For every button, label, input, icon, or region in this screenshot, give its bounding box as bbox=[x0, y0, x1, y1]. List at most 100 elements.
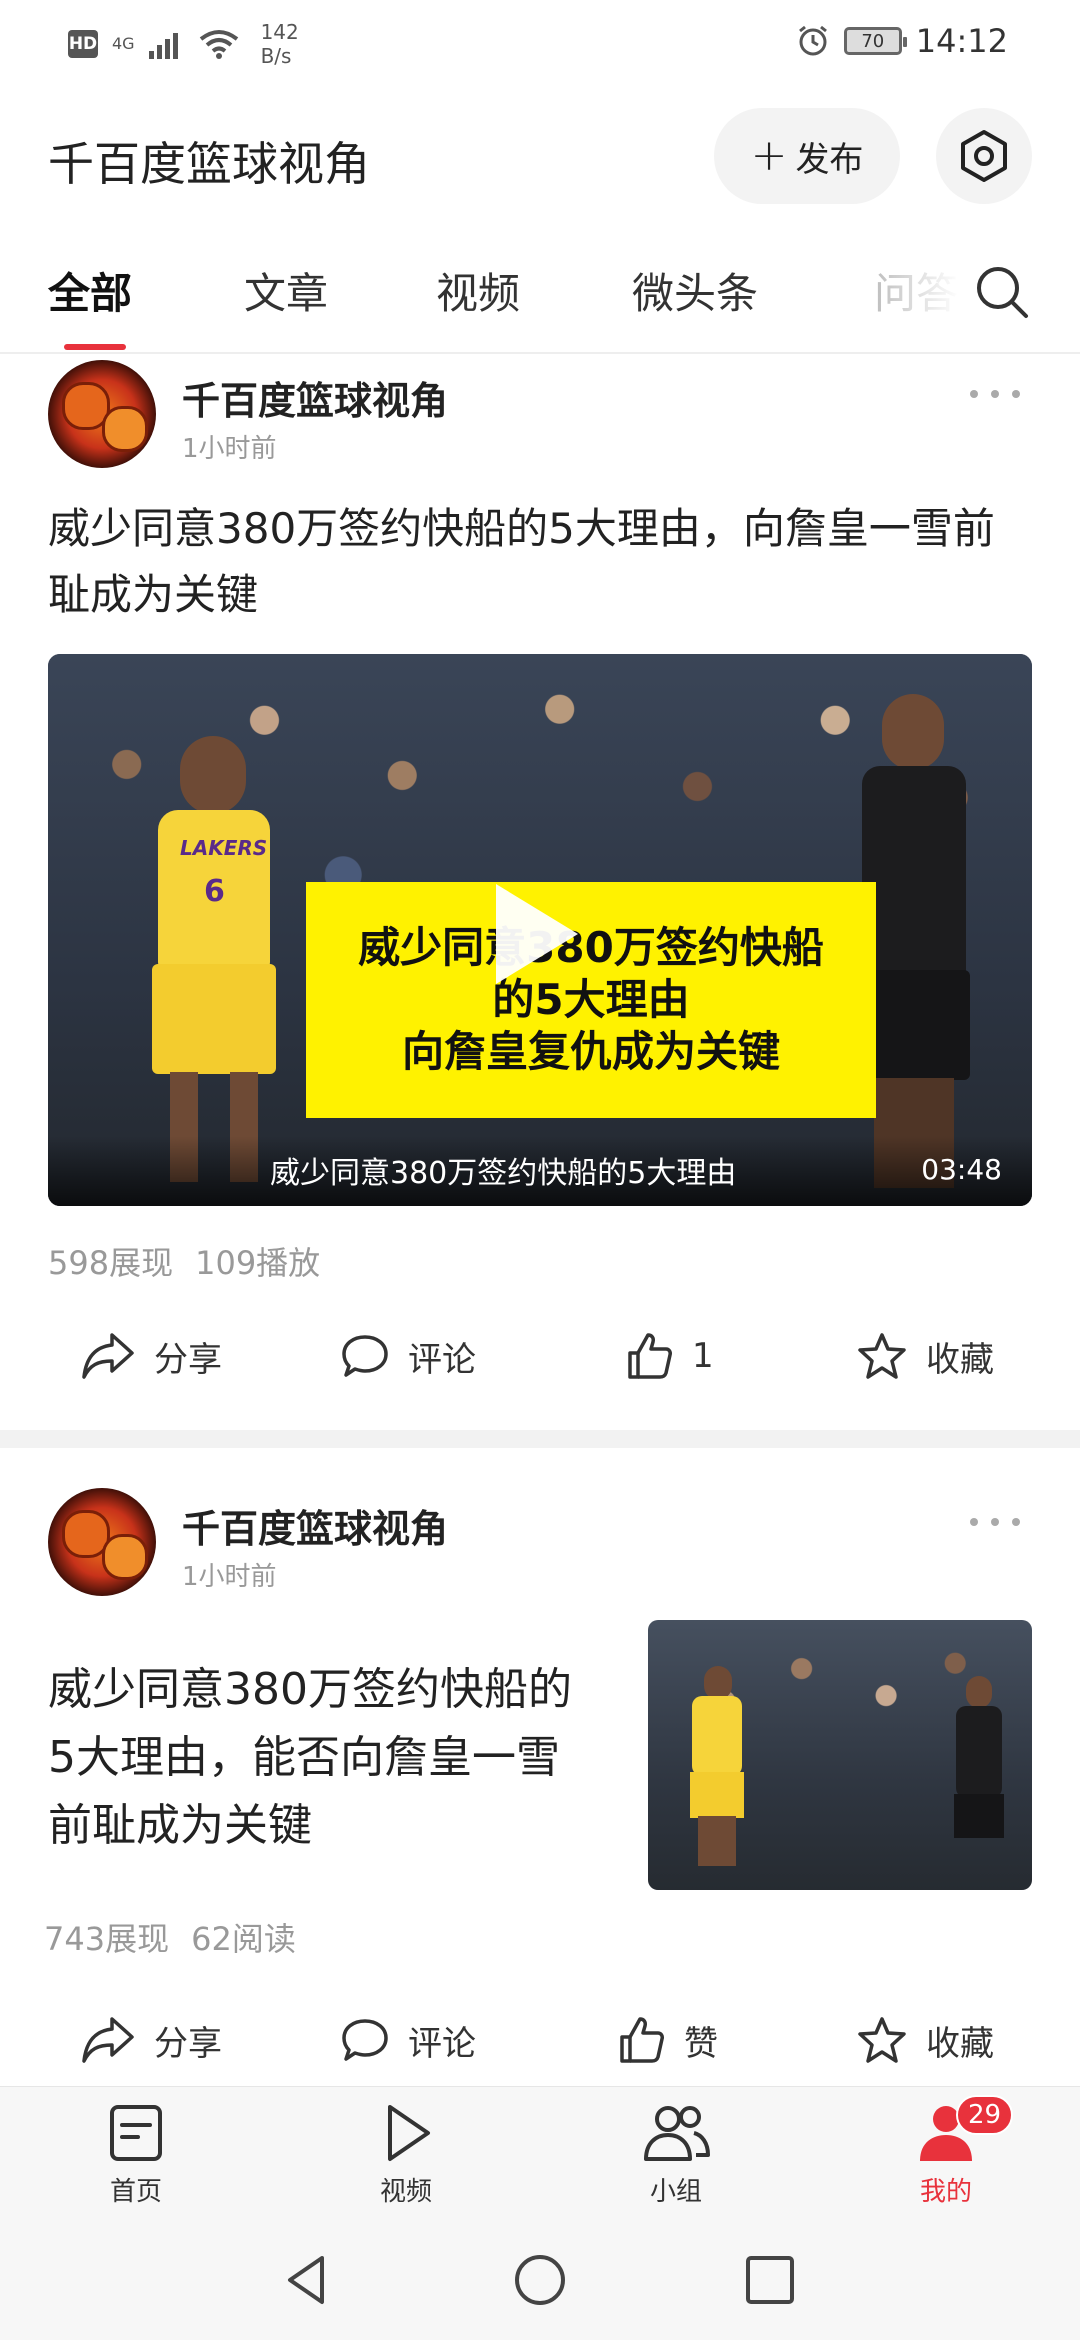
favorite-button[interactable]: 收藏 bbox=[856, 1316, 994, 1396]
play-icon[interactable] bbox=[496, 884, 578, 984]
overlay-line-1: 威少同意380万签约快船 bbox=[358, 923, 824, 972]
tab-videos[interactable]: 视频 bbox=[436, 260, 520, 321]
back-icon[interactable] bbox=[280, 2252, 336, 2308]
home-icon bbox=[110, 2105, 162, 2161]
impressions-count: 598展现 bbox=[48, 1244, 174, 1282]
network-speed-value: 142 bbox=[260, 20, 299, 44]
jersey-team: LAKERS bbox=[180, 836, 268, 860]
status-right: 70 14:12 bbox=[796, 22, 1008, 60]
thumbs-up-icon bbox=[628, 1333, 672, 1379]
feed-divider bbox=[0, 1430, 1080, 1448]
reads-count: 62阅读 bbox=[191, 1920, 296, 1958]
wifi-icon bbox=[199, 30, 238, 59]
publish-label: 发布 bbox=[795, 139, 864, 180]
nav-home[interactable]: 首页 bbox=[66, 2101, 206, 2211]
player-figure-lakers: LAKERS 6 bbox=[118, 724, 298, 1194]
nav-group[interactable]: 小组 bbox=[606, 2101, 746, 2211]
bottom-navigation: 首页 视频 小组 我的 29 bbox=[0, 2086, 1080, 2220]
comment-icon bbox=[342, 2019, 388, 2061]
network-type: 4G bbox=[112, 34, 135, 53]
nav-video-label: 视频 bbox=[379, 2177, 432, 2207]
like-count: 1 bbox=[692, 1336, 714, 1376]
nav-profile[interactable]: 我的 29 bbox=[876, 2095, 1016, 2211]
nav-group-label: 小组 bbox=[649, 2177, 702, 2207]
status-left: HD 4G 142 B/s bbox=[68, 20, 299, 68]
post-title[interactable]: 威少同意380万签约快船的 5大理由，能否向詹皇一雪 前耻成为关键 bbox=[48, 1656, 628, 1860]
clock: 14:12 bbox=[915, 22, 1008, 60]
hexagon-settings-icon bbox=[961, 130, 1007, 182]
hd-indicator: HD bbox=[68, 30, 98, 58]
share-label: 分享 bbox=[154, 2023, 222, 2064]
post-actions: 分享 评论 1 收藏 bbox=[0, 1316, 1080, 1396]
video-player[interactable]: LAKERS 6 威少同意380万签约快船 的5大理由 向詹皇复仇成为关键 威少… bbox=[48, 654, 1032, 1206]
home-circle-icon[interactable] bbox=[512, 2252, 568, 2308]
notification-badge: 29 bbox=[956, 2095, 1014, 2135]
nav-home-label: 首页 bbox=[109, 2177, 162, 2207]
like-button[interactable]: 1 bbox=[624, 1316, 714, 1396]
tab-fade bbox=[870, 240, 960, 340]
comment-label: 评论 bbox=[408, 1339, 476, 1380]
favorite-button[interactable]: 收藏 bbox=[856, 2000, 994, 2080]
more-options-icon[interactable] bbox=[970, 1512, 1020, 1532]
share-button[interactable]: 分享 bbox=[80, 2000, 222, 2080]
nav-video[interactable]: 视频 bbox=[336, 2101, 476, 2211]
publish-button[interactable]: + 发布 bbox=[714, 108, 900, 204]
search-button[interactable] bbox=[972, 262, 1032, 322]
more-options-icon[interactable] bbox=[970, 384, 1020, 404]
nav-profile-label: 我的 bbox=[919, 2177, 972, 2207]
post-time: 1小时前 bbox=[182, 434, 277, 464]
article-thumbnail[interactable] bbox=[648, 1620, 1032, 1890]
plus-icon: + bbox=[750, 130, 788, 181]
post-stats: 598展现 109播放 bbox=[48, 1238, 320, 1284]
post-title-line-2: 5大理由，能否向詹皇一雪 bbox=[48, 1732, 560, 1783]
comment-button[interactable]: 评论 bbox=[340, 1316, 476, 1396]
star-icon bbox=[858, 1333, 906, 1379]
plays-count: 109播放 bbox=[195, 1244, 321, 1282]
author-name[interactable]: 千百度篮球视角 bbox=[182, 1498, 448, 1553]
app-header: 千百度篮球视角 + 发布 bbox=[0, 100, 1080, 220]
like-button[interactable]: 赞 bbox=[616, 2000, 718, 2080]
network-speed-unit: B/s bbox=[260, 44, 292, 68]
page-title: 千百度篮球视角 bbox=[48, 137, 370, 191]
post-title[interactable]: 威少同意380万签约快船的5大理由，向詹皇一雪前耻成为关键 bbox=[48, 496, 1032, 628]
comment-label: 评论 bbox=[408, 2023, 476, 2064]
signal-icon bbox=[148, 33, 178, 59]
jersey-number: 6 bbox=[204, 874, 225, 909]
share-button[interactable]: 分享 bbox=[80, 1316, 222, 1396]
feed-post-video[interactable]: 千百度篮球视角 1小时前 威少同意380万签约快船的5大理由，向詹皇一雪前耻成为… bbox=[0, 356, 1080, 1426]
thumbs-up-icon bbox=[620, 2017, 664, 2063]
active-tab-indicator bbox=[64, 344, 126, 350]
author-avatar[interactable] bbox=[48, 1488, 156, 1596]
post-time: 1小时前 bbox=[182, 1562, 277, 1592]
impressions-count: 743展现 bbox=[44, 1920, 170, 1958]
play-icon bbox=[388, 2105, 430, 2161]
feed-post-article[interactable]: 千百度篮球视角 1小时前 威少同意380万签约快船的 5大理由，能否向詹皇一雪 … bbox=[0, 1448, 1080, 2086]
overlay-line-3: 向詹皇复仇成为关键 bbox=[401, 1027, 780, 1076]
tab-articles[interactable]: 文章 bbox=[244, 260, 328, 321]
video-title-overlay: 威少同意380万签约快船 的5大理由 向詹皇复仇成为关键 bbox=[306, 882, 876, 1118]
search-icon bbox=[977, 267, 1028, 318]
post-title-line-1: 威少同意380万签约快船的 bbox=[48, 1664, 572, 1715]
post-actions: 分享 评论 赞 收藏 bbox=[0, 2000, 1080, 2080]
favorite-label: 收藏 bbox=[926, 1339, 994, 1380]
video-duration: 03:48 bbox=[921, 1153, 1002, 1186]
share-icon bbox=[82, 2017, 134, 2063]
comment-button[interactable]: 评论 bbox=[340, 2000, 476, 2080]
author-name[interactable]: 千百度篮球视角 bbox=[182, 370, 448, 425]
group-icon bbox=[644, 2106, 710, 2161]
tab-micro-headlines[interactable]: 微头条 bbox=[632, 260, 758, 321]
post-title-line-3: 前耻成为关键 bbox=[48, 1800, 312, 1851]
system-navigation-bar bbox=[0, 2220, 1080, 2340]
battery-indicator: 70 bbox=[843, 27, 907, 55]
favorite-label: 收藏 bbox=[926, 2023, 994, 2064]
status-bar: HD 4G 142 B/s 70 14:12 bbox=[0, 0, 1080, 96]
star-icon bbox=[858, 2017, 906, 2063]
recents-icon[interactable] bbox=[742, 2252, 798, 2308]
share-label: 分享 bbox=[154, 1339, 222, 1380]
settings-button[interactable] bbox=[936, 108, 1032, 204]
tab-all[interactable]: 全部 bbox=[48, 260, 132, 321]
tab-bar: 全部 文章 视频 微头条 问答 bbox=[0, 240, 1080, 354]
alarm-icon bbox=[798, 25, 827, 56]
author-avatar[interactable] bbox=[48, 360, 156, 468]
like-label: 赞 bbox=[684, 2023, 718, 2064]
